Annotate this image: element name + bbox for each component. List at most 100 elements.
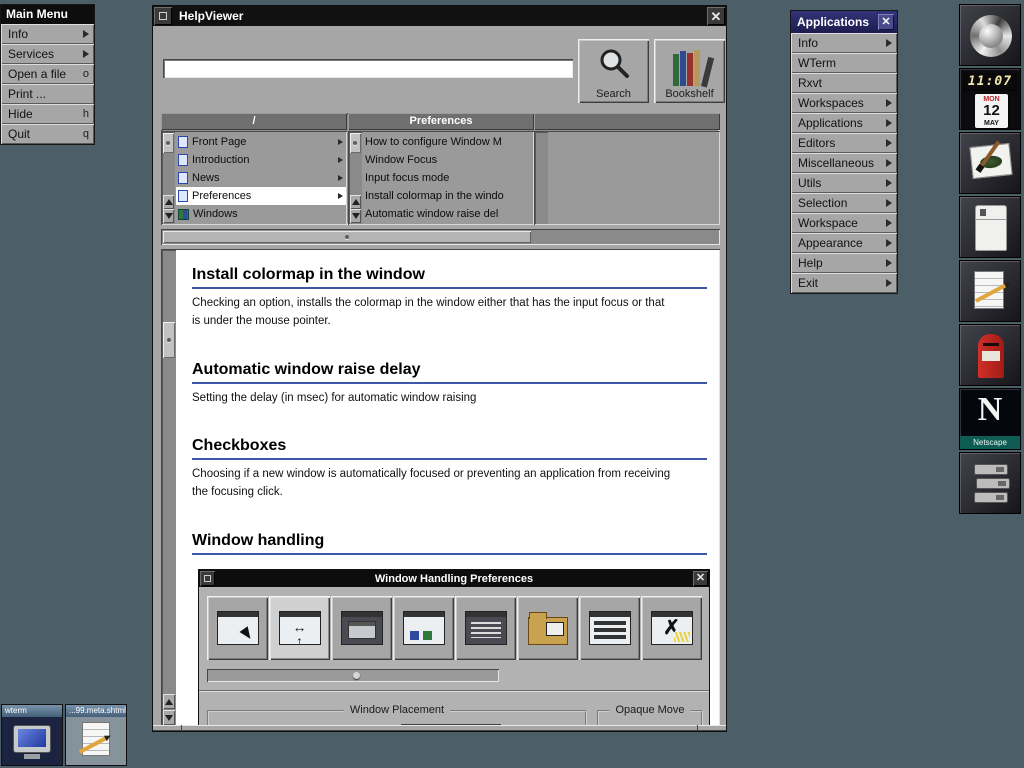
- browser-row-front-page[interactable]: Front Page: [176, 133, 346, 151]
- help-page: Install colormap in the window Checking …: [177, 250, 719, 726]
- browser-row-install-colormap[interactable]: Install colormap in the windo: [363, 187, 533, 205]
- search-input[interactable]: [163, 59, 573, 78]
- group-label: Window Placement: [344, 704, 450, 716]
- apps-item-workspace[interactable]: Workspace: [791, 213, 897, 233]
- submenu-arrow-icon: [83, 50, 89, 58]
- dock-tile-windowmaker[interactable]: [959, 4, 1021, 66]
- main-menu-item-print[interactable]: Print ...: [1, 84, 94, 104]
- main-menu-item-open-a-file[interactable]: Open a file o: [1, 64, 94, 84]
- bookshelf-icon: [673, 39, 707, 88]
- section-heading-raise-delay: Automatic window raise delay: [192, 361, 707, 384]
- scroll-down-button[interactable]: [163, 710, 175, 725]
- apps-item-exit[interactable]: Exit: [791, 273, 897, 293]
- scroll-up-button[interactable]: [350, 195, 361, 209]
- pref-icon-titlebars: [579, 596, 640, 660]
- arrow-up-icon: [352, 199, 360, 205]
- dock-tile-clock[interactable]: 11:07 MON 12 MAY: [959, 68, 1021, 130]
- resize-bar[interactable]: [153, 725, 726, 731]
- browser-row-input-focus-mode[interactable]: Input focus mode: [363, 169, 533, 187]
- scrollbar-knob[interactable]: [350, 133, 361, 153]
- section-heading-install-colormap: Install colormap in the window: [192, 266, 707, 289]
- dock-tile-appliance[interactable]: [959, 196, 1021, 258]
- group-opaque-move: Opaque Move: [597, 710, 703, 726]
- apps-item-rxvt[interactable]: Rxvt: [791, 73, 897, 93]
- dock-tile-disks[interactable]: [959, 452, 1021, 514]
- pref-icon-placement: ↔↕: [269, 596, 330, 660]
- apps-item-help[interactable]: Help: [791, 253, 897, 273]
- apps-item-miscellaneous[interactable]: Miscellaneous: [791, 153, 897, 173]
- search-button[interactable]: Search: [578, 39, 649, 103]
- column-scrollbar[interactable]: [162, 132, 175, 224]
- browser-row-window-focus[interactable]: Window Focus: [363, 151, 533, 169]
- scroll-up-button[interactable]: [163, 195, 174, 209]
- browser-horizontal-scrollbar[interactable]: [161, 229, 720, 245]
- main-menu-item-hide[interactable]: Hide h: [1, 104, 94, 124]
- browser-row-introduction[interactable]: Introduction: [176, 151, 346, 169]
- helpviewer-titlebar[interactable]: HelpViewer ✕: [153, 6, 726, 26]
- section-body: Setting the delay (in msec) for automati…: [192, 390, 672, 408]
- close-button[interactable]: ✕: [707, 7, 725, 25]
- submenu-arrow-icon: [886, 239, 892, 247]
- submenu-arrow-icon: [886, 179, 892, 187]
- submenu-arrow-icon: [83, 30, 89, 38]
- scrollbar-knob[interactable]: [163, 322, 175, 358]
- miniwindow-shtml[interactable]: ...99.meta.shtml: [65, 704, 127, 766]
- bookshelf-button[interactable]: Bookshelf: [654, 39, 725, 103]
- apps-item-info[interactable]: Info: [791, 33, 897, 53]
- clock-time-display: 11:07: [963, 73, 1017, 91]
- scroll-up-button[interactable]: [163, 694, 175, 709]
- submenu-arrow-icon: [886, 219, 892, 227]
- applications-menu: Applications ✕ Info WTerm Rxvt Workspace…: [790, 10, 898, 294]
- browser-row-automatic-raise[interactable]: Automatic window raise del: [363, 205, 533, 223]
- miniaturize-button[interactable]: [154, 7, 172, 25]
- browser-row-news[interactable]: News: [176, 169, 346, 187]
- main-menu-title[interactable]: Main Menu: [1, 5, 94, 24]
- scroll-down-button[interactable]: [163, 209, 174, 223]
- shortcut-key: q: [83, 128, 89, 140]
- main-menu-item-quit[interactable]: Quit q: [1, 124, 94, 144]
- applications-menu-title[interactable]: Applications ✕: [791, 11, 897, 33]
- section-heading-window-handling: Window handling: [192, 532, 707, 555]
- apps-item-applications[interactable]: Applications: [791, 113, 897, 133]
- main-menu-item-services[interactable]: Services: [1, 44, 94, 64]
- group-window-placement: Window Placement Automatic: [207, 710, 587, 726]
- apps-item-editors[interactable]: Editors: [791, 133, 897, 153]
- column-scrollbar[interactable]: [349, 132, 362, 224]
- section-heading-checkboxes: Checkboxes: [192, 437, 707, 460]
- apps-item-workspaces[interactable]: Workspaces: [791, 93, 897, 113]
- apps-item-wterm[interactable]: WTerm: [791, 53, 897, 73]
- miniwindow-wterm[interactable]: wterm: [1, 704, 63, 766]
- scrollbar-knob[interactable]: [163, 133, 174, 153]
- browser-row-how-to-configure[interactable]: How to configure Window M: [363, 133, 533, 151]
- content-vertical-scrollbar[interactable]: [162, 250, 176, 726]
- pref-icon-folder: [517, 596, 578, 660]
- scroll-down-button[interactable]: [350, 209, 361, 223]
- screenshot-miniaturize-icon: [200, 571, 215, 586]
- document-icon: [178, 136, 188, 148]
- calendar-month: MAY: [975, 120, 1008, 127]
- submenu-arrow-icon: [886, 99, 892, 107]
- apps-item-utils[interactable]: Utils: [791, 173, 897, 193]
- dock-tile-mail[interactable]: [959, 324, 1021, 386]
- miniaturize-icon: [159, 12, 167, 20]
- dock-tile-paint[interactable]: [959, 132, 1021, 194]
- branch-arrow-icon: [338, 175, 343, 181]
- browser-row-preferences[interactable]: Preferences: [176, 187, 346, 205]
- apps-item-selection[interactable]: Selection: [791, 193, 897, 213]
- scrollbar-knob[interactable]: [163, 231, 531, 243]
- helpviewer-window: HelpViewer ✕ Search Bookshelf: [152, 5, 727, 732]
- arrow-down-icon: [165, 715, 173, 721]
- main-menu-item-info[interactable]: Info: [1, 24, 94, 44]
- main-menu: Main Menu Info Services Open a file o Pr…: [0, 4, 95, 145]
- submenu-arrow-icon: [886, 119, 892, 127]
- pref-icon-crash: ✗: [641, 596, 702, 660]
- help-content-area: Install colormap in the window Checking …: [161, 249, 720, 727]
- apps-item-appearance[interactable]: Appearance: [791, 233, 897, 253]
- arrow-up-icon: [165, 699, 173, 705]
- browser-row-windows[interactable]: Windows: [176, 205, 346, 223]
- submenu-arrow-icon: [886, 259, 892, 267]
- dock-tile-netscape[interactable]: N Netscape: [959, 388, 1021, 450]
- column-scrollbar[interactable]: [535, 132, 548, 224]
- dock-tile-notes[interactable]: [959, 260, 1021, 322]
- menu-close-button[interactable]: ✕: [878, 14, 894, 30]
